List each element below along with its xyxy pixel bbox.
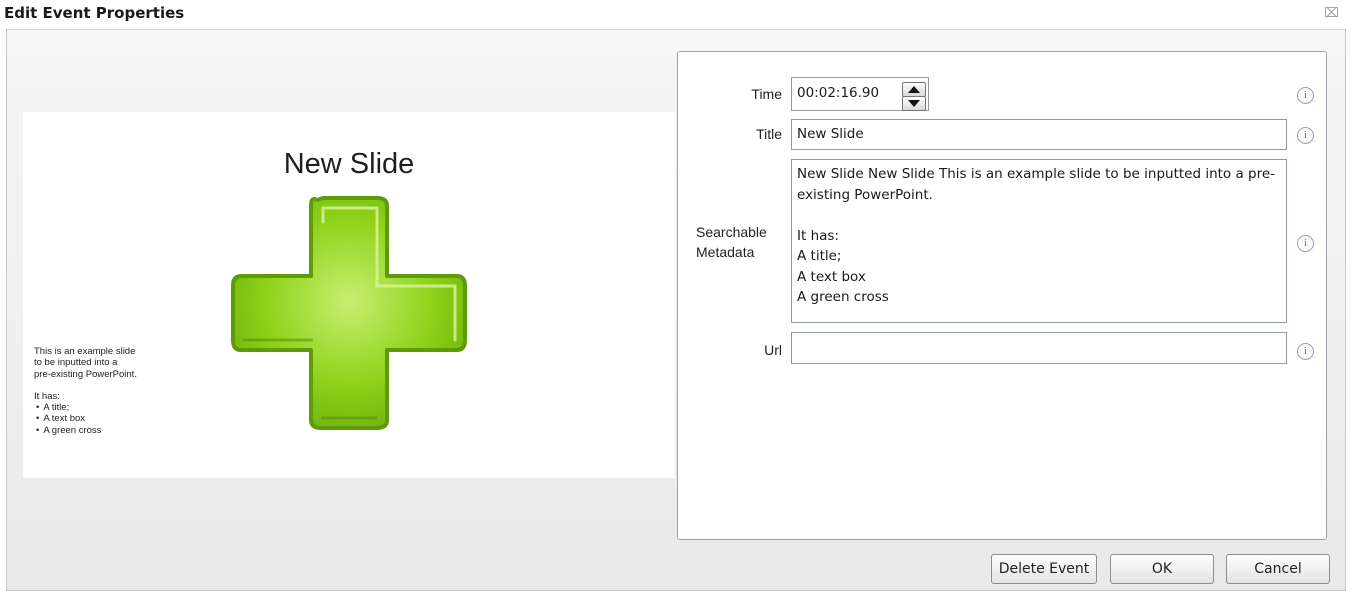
- arrow-down-icon: [908, 100, 920, 107]
- slide-bullet: A green cross: [34, 425, 194, 436]
- url-input[interactable]: [797, 339, 1281, 355]
- slide-body-line: This is an example slide: [34, 346, 136, 357]
- slide-body-subheading: It has:: [34, 390, 60, 402]
- title-field[interactable]: [791, 119, 1287, 150]
- properties-panel: Time 00:02:16.90 i Title i Searchable Me…: [677, 51, 1327, 540]
- close-icon[interactable]: ⌧: [1324, 7, 1339, 21]
- cancel-button[interactable]: Cancel: [1226, 554, 1330, 584]
- time-field[interactable]: 00:02:16.90: [791, 77, 929, 111]
- info-icon[interactable]: i: [1297, 87, 1314, 104]
- info-icon[interactable]: i: [1297, 127, 1314, 144]
- time-stepper[interactable]: [902, 81, 926, 111]
- metadata-field[interactable]: New Slide New Slide This is an example s…: [791, 159, 1287, 323]
- metadata-textarea[interactable]: New Slide New Slide This is an example s…: [797, 164, 1282, 320]
- slide-body-line: to be inputted into a: [34, 357, 118, 369]
- slide-text-box: This is an example slide to be inputted …: [34, 346, 194, 436]
- ok-button[interactable]: OK: [1110, 554, 1214, 584]
- green-cross-image: [231, 196, 467, 430]
- info-icon[interactable]: i: [1297, 235, 1314, 252]
- url-label: Url: [764, 342, 782, 358]
- title-label: Title: [756, 126, 782, 142]
- metadata-label: Searchable Metadata: [696, 222, 782, 262]
- decrement-button[interactable]: [902, 96, 926, 111]
- dialog-title: Edit Event Properties: [4, 4, 185, 22]
- metadata-label-line: Metadata: [696, 244, 755, 260]
- slide-title: New Slide: [283, 148, 415, 180]
- dialog-body: New Slide This is an example slide to be…: [6, 29, 1346, 591]
- metadata-label-line: Searchable: [696, 224, 767, 240]
- slide-preview: New Slide This is an example slide to be…: [23, 112, 675, 478]
- increment-button[interactable]: [902, 82, 926, 97]
- info-icon[interactable]: i: [1297, 343, 1314, 360]
- slide-bullet: A text box: [34, 413, 194, 424]
- time-value: 00:02:16.90: [797, 85, 880, 101]
- delete-event-button[interactable]: Delete Event: [991, 554, 1097, 584]
- url-field[interactable]: [791, 332, 1287, 364]
- time-label: Time: [751, 86, 782, 102]
- slide-bullet-list: A title; A text box A green cross: [34, 402, 194, 436]
- title-input[interactable]: [797, 126, 1281, 142]
- title-bar: Edit Event Properties ⌧: [0, 0, 1352, 28]
- slide-bullet: A title;: [34, 402, 194, 413]
- slide-body-line: pre-existing PowerPoint.: [34, 368, 137, 380]
- arrow-up-icon: [908, 86, 920, 93]
